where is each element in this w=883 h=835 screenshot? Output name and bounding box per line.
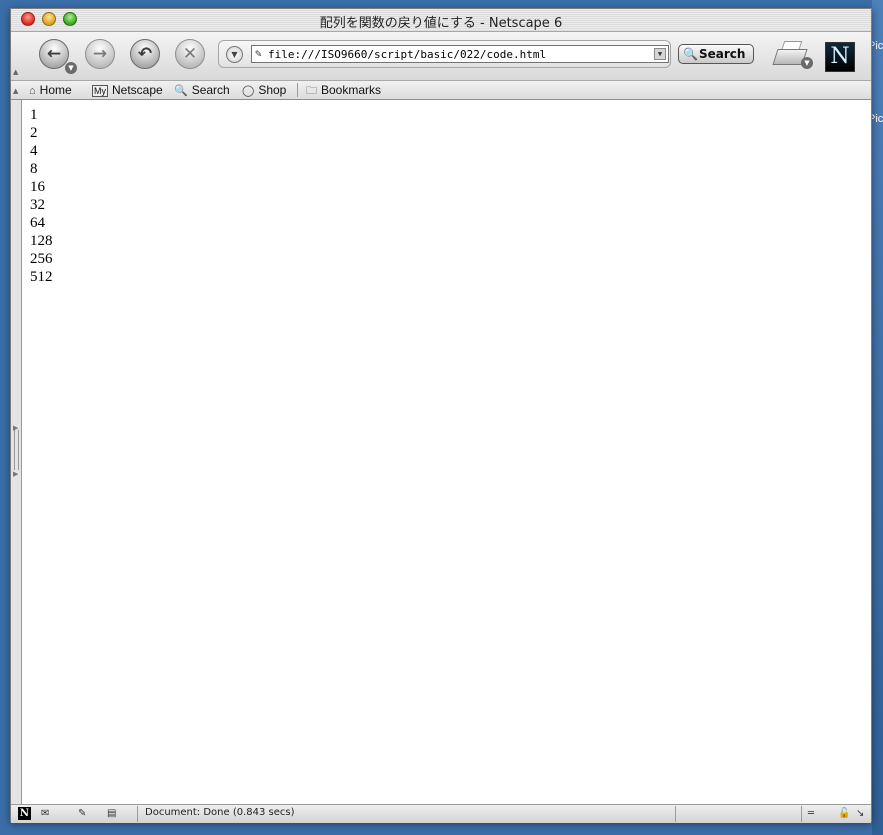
online-connection-icon[interactable]: ═ (808, 807, 814, 820)
output-line: 4 (30, 143, 38, 159)
title-bar[interactable]: 配列を関数の戻り値にする - Netscape 6 (11, 9, 871, 32)
output-line: 64 (30, 215, 45, 231)
bookmark-label: Bookmarks (321, 83, 382, 97)
back-button[interactable]: ← (39, 39, 69, 69)
sidebar-splitter[interactable]: ▶ ▶ (11, 100, 21, 804)
folder-icon: 🗀 (306, 85, 317, 97)
home-icon: ⌂ (29, 85, 36, 97)
reload-button[interactable]: ↶ (130, 39, 160, 69)
url-input[interactable]: ✎ file:///ISO9660/script/basic/022/code.… (251, 45, 669, 63)
netscape-logo-icon[interactable]: N (825, 42, 855, 72)
security-lock-icon[interactable]: 🔓 (838, 807, 850, 820)
status-separator (675, 806, 676, 822)
personal-toolbar: ▲ ⌂ Home My Netscape 🔍 Search ◯ Shop 🗀 Bookma… (11, 81, 871, 100)
stop-button[interactable]: ✕ (175, 39, 205, 69)
sidebar-open-arrow-icon[interactable]: ▶ (13, 470, 19, 478)
collapse-personal-toolbar-icon[interactable]: ▲ (13, 87, 19, 95)
status-text: Document: Done (0.843 secs) (145, 807, 295, 818)
bookmark-shop[interactable]: ◯ Shop (242, 81, 286, 99)
instant-messenger-icon[interactable]: ✎ (78, 807, 86, 820)
url-dropdown-icon[interactable]: ▼ (654, 48, 666, 60)
bookmark-my-netscape[interactable]: My Netscape (92, 81, 163, 99)
navigation-toolbar: ▲ ← ▼ → ↶ ✕ ▼ ✎ file:///ISO9660/script/b… (11, 32, 871, 81)
mail-icon[interactable]: ✉ (41, 807, 49, 820)
back-history-dropdown-icon[interactable]: ▼ (65, 62, 77, 74)
output-line: 2 (30, 125, 38, 141)
bookmark-label: Search (191, 83, 230, 97)
url-text: file:///ISO9660/script/basic/022/code.ht… (268, 48, 547, 61)
status-separator (801, 806, 802, 822)
my-netscape-icon: My (92, 85, 108, 97)
page-proxy-icon[interactable]: ✎ (255, 47, 262, 60)
print-button[interactable]: ▼ (772, 41, 813, 69)
search-button[interactable]: 🔍 Search (678, 44, 754, 64)
output-list: 1 2 4 8 16 32 64 128 256 512 (30, 106, 53, 286)
output-line: 1 (30, 107, 38, 123)
status-separator (137, 806, 138, 822)
bookmark-label: Netscape (112, 83, 163, 97)
output-line: 256 (30, 251, 53, 267)
netscape-n-icon[interactable]: N (18, 807, 31, 820)
search-button-label: Search (699, 47, 746, 61)
url-bar: ▼ ✎ file:///ISO9660/script/basic/022/cod… (218, 40, 671, 68)
bookmarks-menu-button[interactable]: 🗀 Bookmarks (306, 81, 381, 99)
page-content: 1 2 4 8 16 32 64 128 256 512 (21, 100, 871, 804)
output-line: 512 (30, 269, 53, 285)
magnifier-icon: 🔍 (174, 85, 188, 97)
url-history-icon[interactable]: ▼ (226, 46, 243, 63)
status-bar: N ✉ ✎ ▤ Document: Done (0.843 secs) ═ 🔓 … (11, 804, 871, 823)
bookmark-home[interactable]: ⌂ Home (29, 81, 72, 99)
bookmark-label: Home (39, 83, 72, 97)
toolbar-separator (297, 83, 298, 97)
bookmark-label: Shop (258, 83, 287, 97)
browser-window: 配列を関数の戻り値にする - Netscape 6 ▲ ← ▼ → ↶ ✕ ▼ … (10, 8, 872, 823)
address-book-icon[interactable]: ▤ (107, 807, 116, 820)
output-line: 16 (30, 179, 45, 195)
output-line: 32 (30, 197, 45, 213)
back-arrow-icon: ← (46, 44, 62, 64)
stop-icon: ✕ (182, 44, 198, 64)
sidebar-grip-icon (14, 430, 19, 470)
reload-icon: ↶ (137, 44, 153, 64)
print-dropdown-icon[interactable]: ▼ (801, 57, 813, 69)
window-title: 配列を関数の戻り値にする - Netscape 6 (319, 16, 563, 31)
forward-arrow-icon: → (92, 44, 108, 64)
forward-button[interactable]: → (85, 39, 115, 69)
resize-grip-icon[interactable]: ↘ (856, 807, 864, 820)
bookmark-search[interactable]: 🔍 Search (174, 81, 230, 99)
magnifier-icon: 🔍 (683, 47, 698, 61)
output-line: 128 (30, 233, 53, 249)
output-line: 8 (30, 161, 38, 177)
shop-icon: ◯ (242, 85, 255, 97)
desktop-background (872, 0, 883, 835)
collapse-toolbar-icon[interactable]: ▲ (13, 68, 19, 76)
